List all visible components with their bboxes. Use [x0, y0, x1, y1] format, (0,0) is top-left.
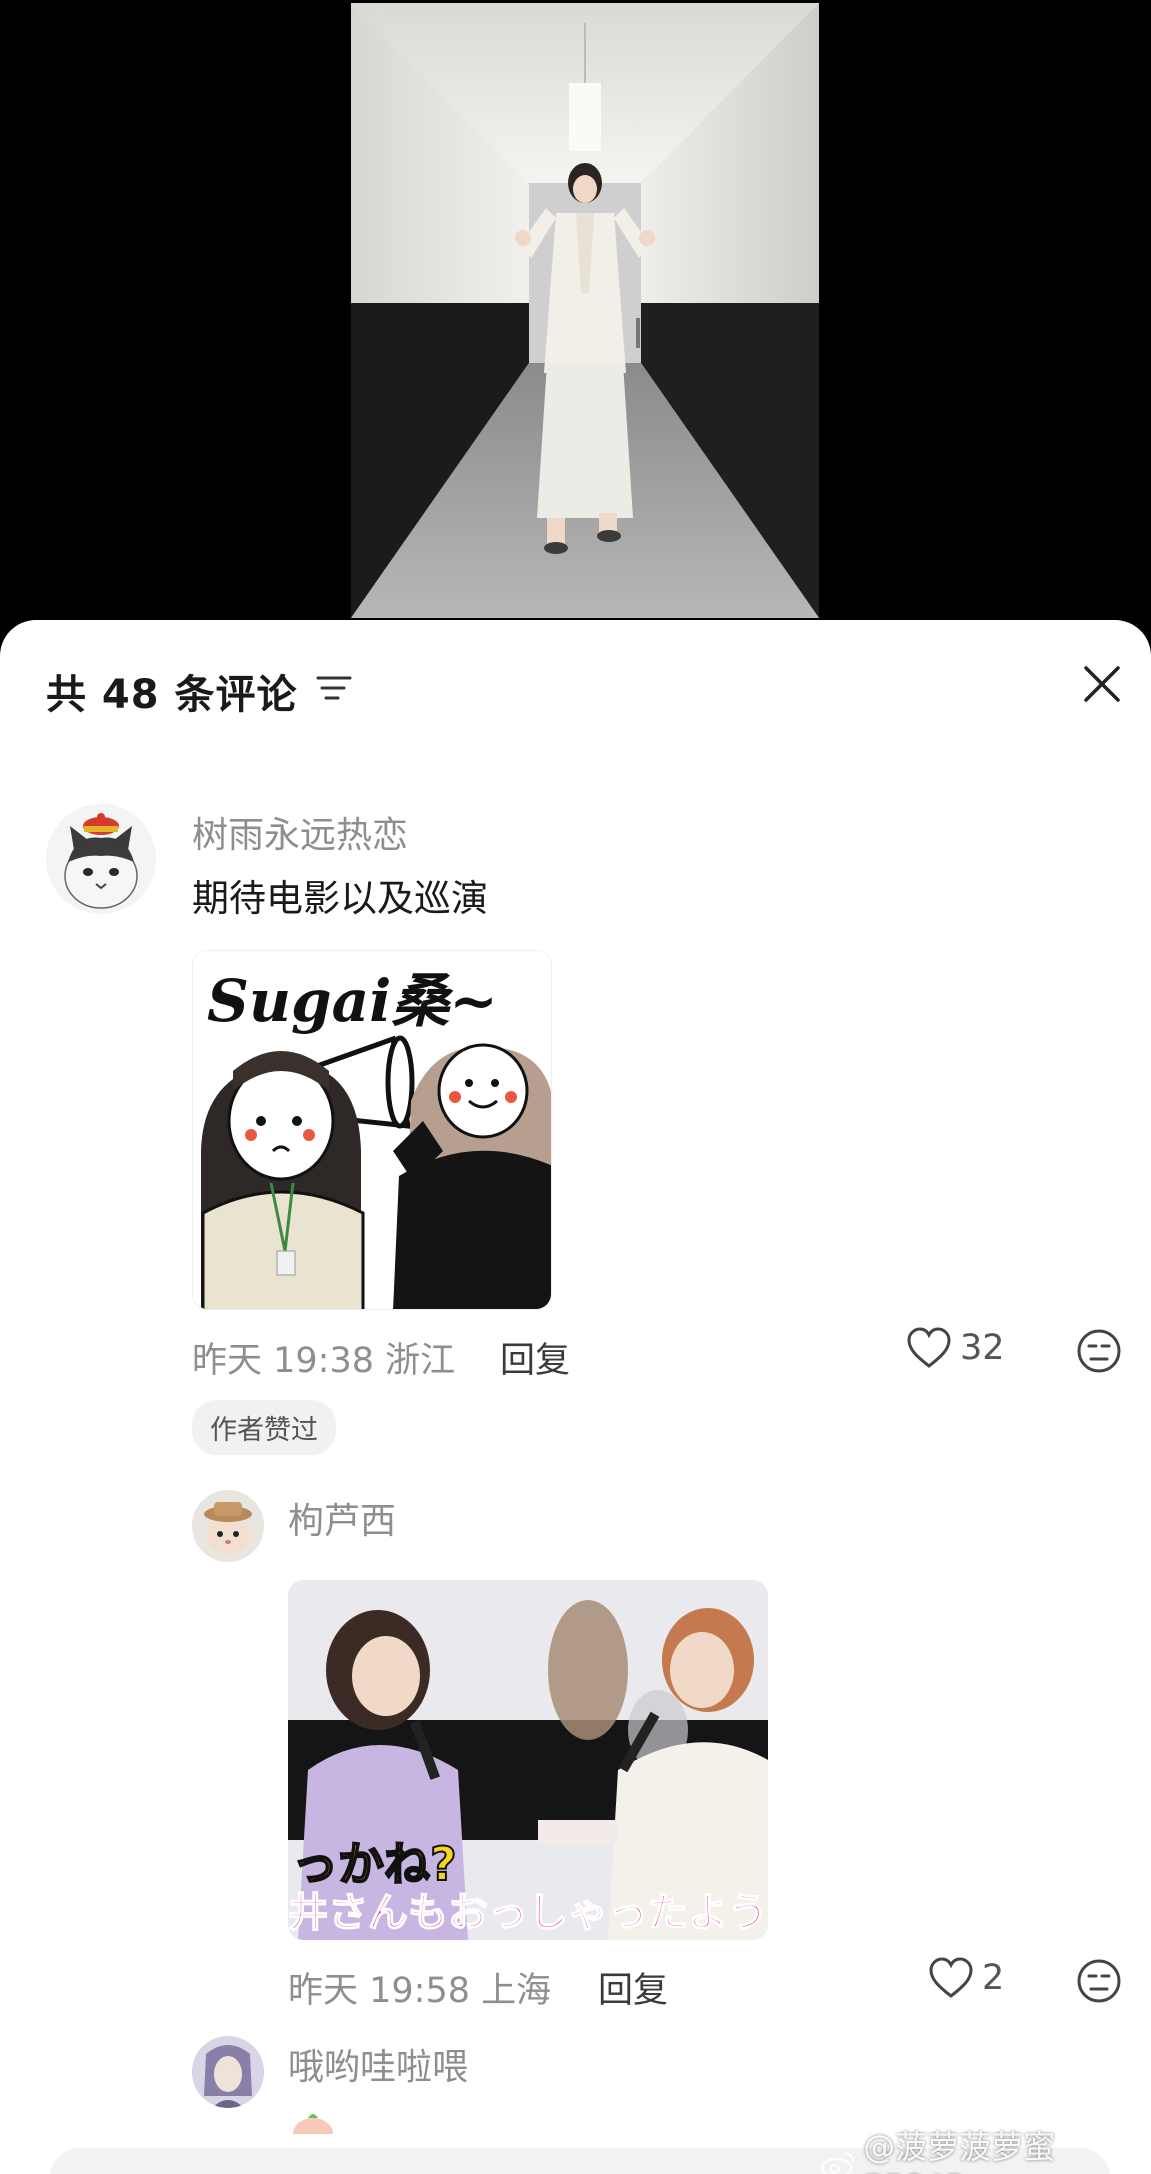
video-frame[interactable]	[351, 3, 819, 618]
weibo-logo-icon	[820, 2152, 855, 2174]
like-button[interactable]: 32	[906, 1326, 1005, 1370]
heart-icon	[907, 1327, 951, 1368]
reply-button[interactable]: 回复	[598, 1962, 668, 2013]
image-caption-line1: っかね?	[292, 1837, 457, 1891]
like-count: 32	[960, 1328, 1005, 1368]
image-caption-line2: 井さんもおっしゃったよう	[288, 1890, 768, 1936]
comments-sheet: 共 48 条评论 树雨永远热恋 期待电影以及巡演 Sugai桑~ 昨天 19:3…	[0, 620, 1151, 2174]
comment-sticker-image[interactable]: Sugai桑~	[192, 950, 552, 1310]
video-still-corridor	[351, 3, 819, 618]
comments-header: 共 48 条评论	[0, 620, 1151, 750]
reply-username[interactable]: 枸芦西	[288, 1492, 396, 1544]
reply-time-location: 昨天 19:58 上海	[288, 1971, 552, 2011]
watermark: @菠萝菠萝蜜55845	[820, 2122, 1151, 2174]
author-liked-badge: 作者赞过	[192, 1400, 336, 1455]
sticker-text: Sugai桑~	[207, 967, 498, 1035]
comment-username[interactable]: 树雨永远热恋	[192, 806, 408, 858]
filter-lines-icon[interactable]	[316, 672, 352, 704]
heart-icon	[929, 1957, 973, 1998]
dislike-face-icon[interactable]	[1076, 1958, 1122, 2004]
comment-time-location: 昨天 19:38 浙江	[192, 1341, 456, 1381]
watermark-text: @菠萝菠萝蜜55845	[863, 2128, 1056, 2174]
like-button[interactable]: 2	[928, 1956, 1004, 2000]
reply-username[interactable]: 哦哟哇啦喂	[288, 2038, 468, 2090]
comment-text: 期待电影以及巡演	[192, 877, 488, 920]
hamster-avatar-icon[interactable]	[192, 1490, 264, 1562]
comments-count-title: 共 48 条评论	[46, 672, 298, 718]
close-icon[interactable]	[1080, 662, 1124, 706]
video-player[interactable]	[0, 0, 1151, 650]
reply-button[interactable]: 回复	[500, 1332, 570, 1383]
reply-image[interactable]: っかね? 井さんもおっしゃったよう	[288, 1580, 768, 1940]
dislike-face-icon[interactable]	[1076, 1328, 1122, 1374]
cat-avatar-icon[interactable]	[46, 804, 156, 914]
emoji-sticker-icon	[293, 2114, 333, 2134]
like-count: 2	[982, 1958, 1005, 1998]
illustrated-avatar-icon[interactable]	[192, 2036, 264, 2108]
